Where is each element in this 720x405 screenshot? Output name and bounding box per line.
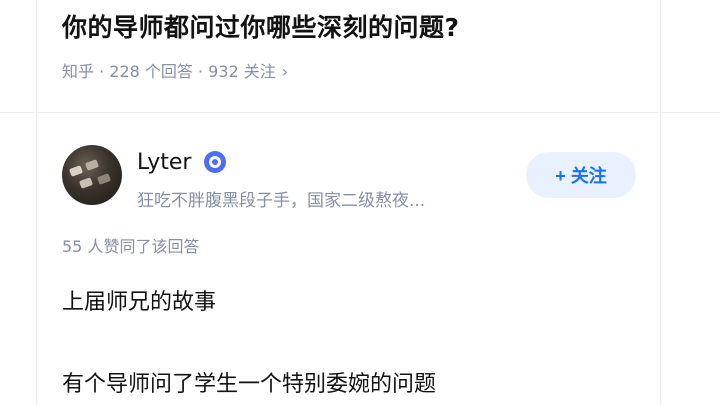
author-name[interactable]: Lyter	[137, 150, 191, 175]
follow-button[interactable]: + 关注	[526, 152, 636, 198]
section-divider	[0, 112, 720, 113]
avatar[interactable]	[62, 145, 122, 205]
avatar-image-detail	[78, 177, 94, 189]
verified-badge-icon	[204, 151, 226, 173]
avatar-image-detail	[84, 159, 100, 171]
answer-paragraph: 有个导师问了学生一个特别委婉的问题	[62, 372, 437, 397]
answer-paragraph: 上届师兄的故事	[62, 290, 217, 315]
avatar-image-detail	[68, 165, 84, 177]
question-title[interactable]: 你的导师都问过你哪些深刻的问题?	[62, 8, 460, 44]
verified-badge-inner	[209, 156, 221, 168]
card-right-border	[660, 0, 661, 405]
question-meta[interactable]: 知乎 · 228 个回答 · 932 关注 ›	[62, 58, 288, 82]
question-meta-text: 知乎 · 228 个回答 · 932 关注	[62, 62, 276, 81]
author-bio: 狂吃不胖腹黑段子手，国家二级熬夜...	[137, 191, 426, 211]
avatar-image-detail	[96, 173, 112, 185]
vote-count: 55 人赞同了该回答	[62, 237, 200, 256]
zhihu-answer-page: 你的导师都问过你哪些深刻的问题? 知乎 · 228 个回答 · 932 关注 › …	[0, 0, 720, 405]
chevron-right-icon: ›	[281, 62, 289, 81]
card-left-border	[36, 0, 37, 405]
